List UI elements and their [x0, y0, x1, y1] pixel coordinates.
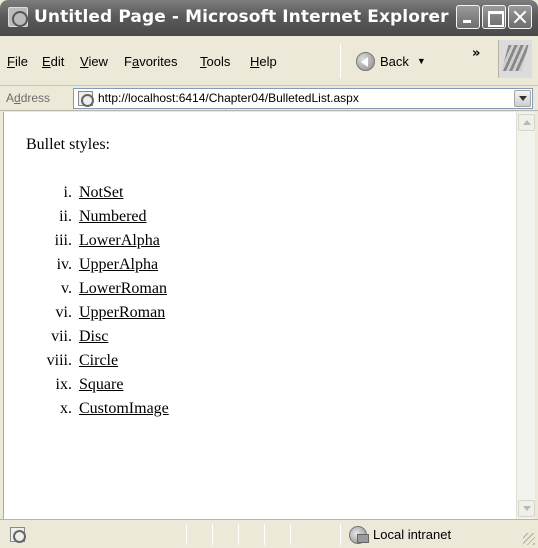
status-divider: [212, 524, 213, 545]
resize-grip[interactable]: [523, 533, 535, 545]
bulleted-list: i. NotSet ii. Numbered iii. LowerAlpha i…: [4, 182, 304, 422]
page-heading: Bullet styles:: [26, 136, 110, 153]
back-label: Back: [380, 53, 409, 69]
status-divider: [186, 524, 187, 545]
list-item-number: vi.: [55, 304, 72, 321]
list-item-link[interactable]: CustomImage: [79, 400, 169, 418]
list-item-link[interactable]: Square: [79, 376, 123, 394]
address-url[interactable]: http://localhost:6414/Chapter04/Bulleted…: [98, 91, 359, 105]
address-input[interactable]: http://localhost:6414/Chapter04/Bulleted…: [73, 88, 533, 109]
menu-view[interactable]: View: [80, 54, 108, 69]
list-item-number: x.: [60, 400, 72, 417]
scroll-down-button[interactable]: [518, 500, 535, 517]
windows-logo-icon: [498, 40, 532, 78]
list-item: viii. Circle: [4, 350, 304, 374]
list-item-number: ix.: [55, 376, 72, 393]
list-item-link[interactable]: Disc: [79, 328, 108, 346]
back-dropdown-icon[interactable]: ▼: [417, 56, 426, 66]
list-item: x. CustomImage: [4, 398, 304, 422]
toolbar-overflow-button[interactable]: »: [472, 46, 481, 61]
maximize-button[interactable]: [482, 5, 506, 29]
menu-favorites[interactable]: Favorites: [124, 54, 177, 69]
list-item: ix. Square: [4, 374, 304, 398]
status-divider: [290, 524, 291, 545]
list-item: vii. Disc: [4, 326, 304, 350]
menu-file[interactable]: File: [7, 54, 28, 69]
list-item-number: i.: [63, 184, 72, 201]
list-item-number: v.: [61, 280, 72, 297]
toolbar-separator: [340, 44, 341, 78]
status-bar: Local intranet: [0, 519, 538, 548]
menu-tools[interactable]: Tools: [200, 54, 230, 69]
list-item-number: viii.: [46, 352, 72, 369]
local-intranet-icon: [349, 526, 369, 544]
menu-edit[interactable]: Edit: [42, 54, 64, 69]
list-item-link[interactable]: Numbered: [79, 208, 147, 226]
ie-page-icon: [8, 7, 28, 27]
list-item-number: iii.: [54, 232, 72, 249]
back-button[interactable]: Back ▼: [356, 50, 426, 72]
list-item: v. LowerRoman: [4, 278, 304, 302]
status-divider: [340, 524, 341, 545]
list-item-link[interactable]: Circle: [79, 352, 118, 370]
browser-window: Untitled Page - Microsoft Internet Explo…: [0, 0, 538, 548]
list-item: ii. Numbered: [4, 206, 304, 230]
address-label: Address: [6, 91, 51, 105]
list-item-link[interactable]: UpperRoman: [79, 304, 165, 322]
menu-help[interactable]: Help: [250, 54, 277, 69]
list-item-number: iv.: [56, 256, 72, 273]
list-item-link[interactable]: LowerRoman: [79, 280, 167, 298]
list-item-number: vii.: [51, 328, 72, 345]
page-content: Bullet styles: i. NotSet ii. Numbered ii…: [3, 112, 516, 519]
list-item: i. NotSet: [4, 182, 304, 206]
minimize-button[interactable]: [456, 5, 480, 29]
scroll-up-button[interactable]: [518, 114, 535, 131]
list-item-link[interactable]: NotSet: [79, 184, 123, 202]
address-dropdown-button[interactable]: [514, 90, 531, 107]
list-item-number: ii.: [59, 208, 72, 225]
list-item-link[interactable]: UpperAlpha: [79, 256, 158, 274]
page-icon: [10, 527, 26, 543]
title-bar: Untitled Page - Microsoft Internet Explo…: [0, 0, 538, 36]
list-item: vi. UpperRoman: [4, 302, 304, 326]
address-bar: Address http://localhost:6414/Chapter04/…: [0, 87, 538, 111]
page-icon: [78, 91, 94, 107]
list-item: iv. UpperAlpha: [4, 254, 304, 278]
menu-bar: File Edit View Favorites Tools Help Back…: [0, 36, 538, 86]
vertical-scrollbar[interactable]: [516, 112, 535, 519]
status-divider: [238, 524, 239, 545]
list-item: iii. LowerAlpha: [4, 230, 304, 254]
window-title: Untitled Page - Microsoft Internet Explo…: [34, 7, 449, 27]
close-button[interactable]: [508, 5, 532, 29]
list-item-link[interactable]: LowerAlpha: [79, 232, 160, 250]
back-arrow-icon: [356, 51, 375, 71]
status-divider: [264, 524, 265, 545]
security-zone-label: Local intranet: [373, 527, 452, 542]
